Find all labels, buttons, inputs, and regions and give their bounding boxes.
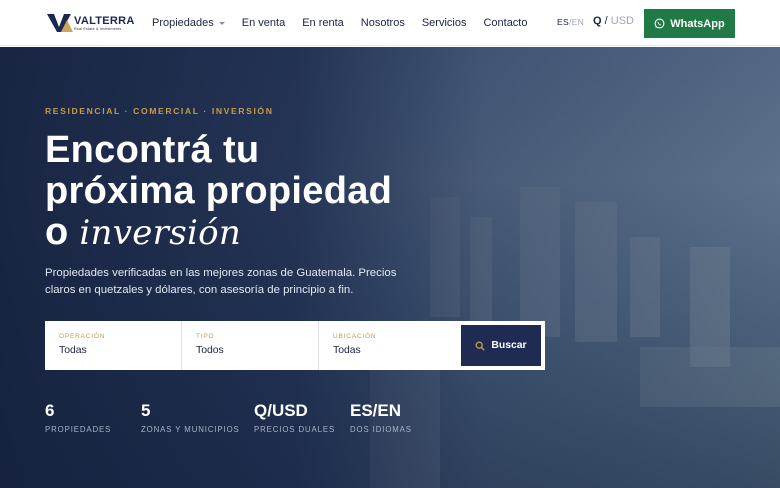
menu-item-en-venta[interactable]: En venta (242, 17, 285, 29)
hero-title-word: o (45, 211, 69, 253)
menu-item-propiedades[interactable]: Propiedades (152, 17, 225, 29)
stat-label: DOS IDIOMAS (350, 425, 412, 434)
chevron-down-icon (218, 22, 225, 25)
field-label: OPERACIÓN (59, 333, 106, 340)
hero-subtitle: Propiedades verificadas en las mejores z… (45, 267, 397, 296)
brand-logo[interactable]: VALTERRA Real Estate & Investments (47, 12, 135, 34)
stat-idiomas: ES/EN DOS IDIOMAS (350, 401, 412, 434)
hero-title-line: próxima propiedad (45, 170, 393, 212)
stat-precios: Q/USD PRECIOS DUALES (254, 401, 335, 434)
search-icon (475, 341, 486, 351)
field-label: TIPO (196, 333, 215, 340)
hero-title: Encontrá tu próxima propiedad o inversió… (45, 130, 392, 254)
main-menu: Propiedades En venta En renta Nosotros S… (152, 0, 544, 46)
tipo-select[interactable]: TIPO Todos (182, 321, 319, 370)
stat-value: 6 (45, 401, 55, 420)
stat-value: Q/USD (254, 401, 308, 420)
menu-item-en-renta[interactable]: En renta (302, 17, 344, 29)
currency-switcher: Q / USD (593, 15, 634, 27)
top-navbar: VALTERRA Real Estate & Investments Propi… (0, 0, 780, 46)
operacion-select[interactable]: OPERACIÓN Todas (45, 321, 182, 370)
stat-value: ES/EN (350, 401, 402, 420)
field-value: Todas (59, 345, 87, 356)
search-button[interactable]: Buscar (461, 325, 541, 366)
currency-separator: / (604, 15, 608, 27)
currency-q-option[interactable]: Q (593, 15, 602, 27)
whatsapp-label: WhatsApp (670, 17, 725, 30)
currency-usd-option[interactable]: USD (611, 15, 634, 27)
stat-propiedades: 6 PROPIEDADES (45, 401, 111, 434)
stat-label: ZONAS Y MUNICIPIOS (141, 425, 240, 434)
stat-label: PRECIOS DUALES (254, 425, 336, 434)
ubicacion-select[interactable]: UBICACIÓN Todas (319, 321, 456, 370)
menu-item-contacto[interactable]: Contacto (483, 17, 527, 29)
property-search-bar: OPERACIÓN Todas TIPO Todos UBICACIÓN Tod… (45, 321, 545, 370)
field-value: Todas (333, 345, 361, 356)
field-value: Todos (196, 345, 224, 356)
menu-item-label: Contacto (483, 17, 528, 29)
brand-name: VALTERRA (74, 15, 135, 27)
menu-item-label: En venta (241, 17, 286, 29)
field-label: UBICACIÓN (333, 333, 377, 340)
logo-mark-icon (47, 14, 73, 32)
menu-item-label: Nosotros (360, 17, 405, 29)
whatsapp-button[interactable]: WhatsApp (644, 9, 735, 38)
stat-zonas: 5 ZONAS Y MUNICIPIOS (141, 401, 240, 434)
stat-value: 5 (141, 401, 151, 420)
whatsapp-icon (654, 18, 665, 29)
hero-title-line: Encontrá tu (45, 129, 260, 171)
stat-label: PROPIEDADES (45, 425, 112, 434)
menu-item-label: En renta (302, 17, 344, 29)
menu-item-nosotros[interactable]: Nosotros (361, 17, 405, 29)
lang-es-option[interactable]: ES (557, 17, 569, 27)
hero-title-italic-word: inversión (79, 213, 242, 253)
menu-item-servicios[interactable]: Servicios (422, 17, 467, 29)
lang-en-option[interactable]: EN (572, 17, 584, 27)
language-switcher: ES/EN (557, 17, 584, 27)
menu-item-label: Servicios (421, 17, 467, 29)
hero-eyebrow: RESIDENCIAL · COMERCIAL · INVERSIÓN (45, 106, 274, 116)
hero-section: RESIDENCIAL · COMERCIAL · INVERSIÓN Enco… (0, 47, 780, 488)
brand-tagline: Real Estate & Investments (74, 27, 122, 31)
menu-item-label: Propiedades (152, 17, 214, 29)
search-button-label: Buscar (491, 340, 527, 351)
